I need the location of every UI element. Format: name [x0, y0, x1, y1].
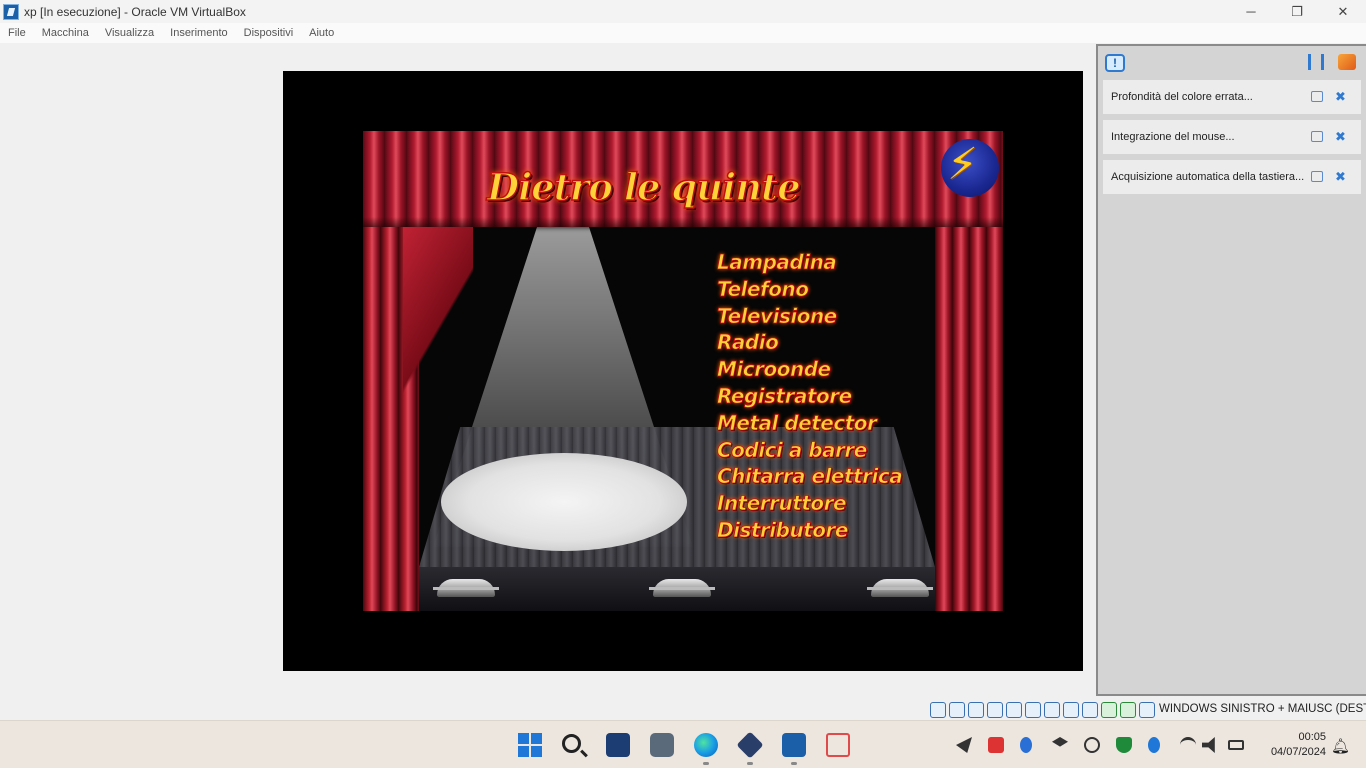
- optical-drive-icon[interactable]: [949, 702, 965, 718]
- notification-bell-icon[interactable]: !: [1105, 54, 1125, 72]
- snipping-tool-icon[interactable]: [826, 733, 850, 757]
- menu-view[interactable]: Visualizza: [97, 27, 162, 39]
- title-bar: xp [In esecuzione] - Oracle VM VirtualBo…: [0, 0, 1366, 23]
- guest-screen[interactable]: Dietro le quinte ⚡ Lampadina Telefono Te…: [283, 71, 1083, 671]
- footlight-left: [433, 579, 499, 597]
- menu-devices[interactable]: Dispositivi: [236, 27, 302, 39]
- stage-item-chitarra-elettrica[interactable]: Chitarra elettrica: [717, 463, 917, 490]
- clock-time: 00:05: [1298, 731, 1326, 743]
- virtualbox-icon[interactable]: [736, 731, 764, 759]
- menu-input[interactable]: Inserimento: [162, 27, 235, 39]
- stage-menu: Lampadina Telefono Televisione Radio Mic…: [717, 249, 917, 544]
- stage-item-televisione[interactable]: Televisione: [717, 303, 917, 330]
- sort-notifications-icon[interactable]: [1308, 54, 1324, 70]
- taskbar: 00:05 04/07/2024 🔔︎: [0, 720, 1366, 768]
- stage-item-radio[interactable]: Radio: [717, 329, 917, 356]
- do-not-show-icon[interactable]: [1311, 131, 1323, 142]
- close-button[interactable]: ✕: [1320, 0, 1366, 23]
- notification-item[interactable]: Profondità del colore errata... ✖: [1103, 80, 1361, 114]
- tray-app-icon[interactable]: [988, 737, 1004, 753]
- notification-panel: ! Profondità del colore errata... ✖ Inte…: [1096, 44, 1366, 696]
- running-indicator: [747, 762, 753, 765]
- mouse-integration-icon[interactable]: [1120, 702, 1136, 718]
- running-indicator: [703, 762, 709, 765]
- virtualbox-manager-icon[interactable]: [606, 733, 630, 757]
- bing-icon[interactable]: [1020, 737, 1032, 753]
- xp-vm-icon[interactable]: [782, 733, 806, 757]
- footlight-right: [867, 579, 933, 597]
- notification-bell-icon[interactable]: 🔔︎: [1331, 737, 1350, 755]
- stage-item-registratore[interactable]: Registratore: [717, 383, 917, 410]
- host-key-label: WINDOWS SINISTRO + MAIUSC (DESTRA): [1159, 703, 1366, 715]
- hard-disk-icon[interactable]: [930, 702, 946, 718]
- camera-icon[interactable]: [650, 733, 674, 757]
- search-icon[interactable]: [562, 734, 581, 753]
- stage-item-telefono[interactable]: Telefono: [717, 276, 917, 303]
- audio-icon[interactable]: [987, 702, 1003, 718]
- do-not-show-icon[interactable]: [1311, 171, 1323, 182]
- stage-item-metal-detector[interactable]: Metal detector: [717, 410, 917, 437]
- battery-icon[interactable]: [1228, 740, 1244, 750]
- virtualbox-app-icon: [3, 3, 19, 20]
- notification-item[interactable]: Acquisizione automatica della tastiera..…: [1103, 160, 1361, 194]
- footlight-center: [649, 579, 715, 597]
- menu-bar: File Macchina Visualizza Inserimento Dis…: [0, 23, 1366, 43]
- dismiss-all-icon[interactable]: [1338, 54, 1356, 70]
- shared-folders-icon[interactable]: [1044, 702, 1060, 718]
- close-notification-icon[interactable]: ✖: [1335, 169, 1346, 185]
- notification-item[interactable]: Integrazione del mouse... ✖: [1103, 120, 1361, 154]
- telegram-icon[interactable]: [956, 737, 972, 753]
- stage-item-microonde[interactable]: Microonde: [717, 356, 917, 383]
- recording-icon[interactable]: [1082, 702, 1098, 718]
- stage-item-codici-a-barre[interactable]: Codici a barre: [717, 437, 917, 464]
- curtain-left-swag: [403, 227, 473, 427]
- menu-help[interactable]: Aiuto: [301, 27, 342, 39]
- sync-icon[interactable]: [1084, 737, 1100, 753]
- notification-panel-header: !: [1098, 46, 1366, 80]
- edge-icon[interactable]: [694, 733, 718, 757]
- lightning-bolt-icon: ⚡: [947, 139, 978, 190]
- theater-stage: Dietro le quinte ⚡ Lampadina Telefono Te…: [363, 131, 1003, 611]
- close-notification-icon[interactable]: ✖: [1335, 129, 1346, 145]
- start-icon[interactable]: [518, 733, 542, 757]
- clock-date: 04/07/2024: [1270, 746, 1326, 758]
- stage-item-distributore[interactable]: Distributore: [717, 517, 917, 544]
- restore-button[interactable]: ❐: [1274, 0, 1320, 23]
- curtain-right: [935, 227, 1003, 611]
- keyboard-icon[interactable]: [1139, 702, 1155, 718]
- cpu-icon[interactable]: [1101, 702, 1117, 718]
- volume-icon[interactable]: [1202, 737, 1215, 753]
- stage-item-interruttore[interactable]: Interruttore: [717, 490, 917, 517]
- vm-status-bar: WINDOWS SINISTRO + MAIUSC (DESTRA): [0, 700, 1366, 720]
- floppy-icon[interactable]: [968, 702, 984, 718]
- clock[interactable]: 00:05 04/07/2024: [1258, 730, 1326, 760]
- notification-text: Profondità del colore errata...: [1111, 91, 1253, 103]
- security-shield-icon[interactable]: [1116, 737, 1132, 753]
- notification-text: Integrazione del mouse...: [1111, 131, 1235, 143]
- window-title: xp [In esecuzione] - Oracle VM VirtualBo…: [24, 4, 246, 19]
- vm-display-area: Dietro le quinte ⚡ Lampadina Telefono Te…: [0, 43, 1096, 700]
- bluetooth-icon[interactable]: [1148, 737, 1160, 753]
- close-notification-icon[interactable]: ✖: [1335, 89, 1346, 105]
- notification-text: Acquisizione automatica della tastiera..…: [1111, 171, 1305, 183]
- dropbox-icon[interactable]: [1052, 737, 1068, 747]
- network-icon[interactable]: [1006, 702, 1022, 718]
- stage-item-lampadina[interactable]: Lampadina: [717, 249, 917, 276]
- device-status-icons: [930, 702, 1155, 718]
- spotlight-pool: [441, 453, 687, 551]
- menu-file[interactable]: File: [0, 27, 34, 39]
- stage-title: Dietro le quinte: [486, 164, 801, 210]
- do-not-show-icon[interactable]: [1311, 91, 1323, 102]
- display-icon[interactable]: [1063, 702, 1079, 718]
- usb-icon[interactable]: [1025, 702, 1041, 718]
- minimize-button[interactable]: ─: [1228, 0, 1274, 23]
- wifi-icon[interactable]: [1180, 737, 1196, 753]
- running-indicator: [791, 762, 797, 765]
- lightning-logo-badge: ⚡: [941, 139, 999, 197]
- menu-machine[interactable]: Macchina: [34, 27, 97, 39]
- window-controls: ─ ❐ ✕: [1228, 0, 1366, 23]
